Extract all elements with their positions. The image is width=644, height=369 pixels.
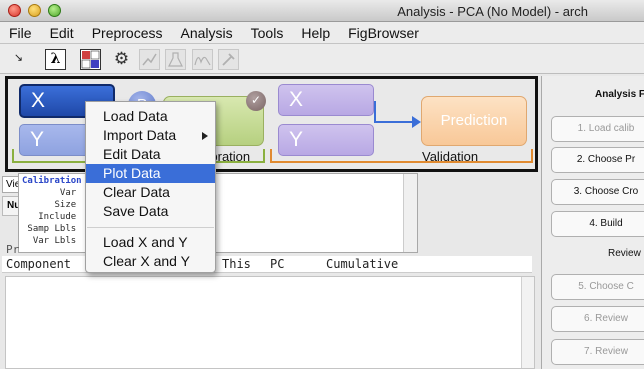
spectrum-icon[interactable] <box>192 49 213 70</box>
check-icon: ✓ <box>246 91 266 111</box>
info-line-title: Calibration <box>22 176 82 186</box>
scatter-plot-graphic <box>142 53 157 66</box>
info-line-var-lbls: Var Lbls <box>22 236 77 246</box>
col-pc: PC <box>270 257 285 271</box>
matrix-icon[interactable] <box>80 49 101 70</box>
step-load-calibration-button[interactable]: 1. Load calib <box>551 116 644 142</box>
tool-icon[interactable] <box>218 49 239 70</box>
matrix-icon-graphic <box>81 50 100 69</box>
flow-arrow-line <box>374 121 416 123</box>
info-line-size: Size <box>22 200 77 210</box>
validation-bracket <box>270 149 533 163</box>
flow-arrow-connector <box>374 101 376 123</box>
submenu-arrow-icon <box>202 132 208 140</box>
menu-preprocess[interactable]: Preprocess <box>83 22 172 44</box>
flask-graphic <box>168 52 183 67</box>
menu-item-edit-data[interactable]: Edit Data <box>86 145 215 164</box>
percent-variance-label: Pr <box>6 243 20 256</box>
step-review-7-button[interactable]: 7. Review <box>551 339 644 365</box>
analysis-flowchart-panel: Analysis F 1. Load calib 2. Choose Pr 3.… <box>541 76 644 369</box>
prediction-block[interactable]: Prediction <box>421 96 527 146</box>
flowchart-title: Analysis F <box>595 89 644 100</box>
menu-help[interactable]: Help <box>292 22 339 44</box>
menu-item-load-data[interactable]: Load Data <box>86 107 215 126</box>
context-menu: Load Data Import Data Edit Data Plot Dat… <box>85 101 216 273</box>
scatter-plot-icon[interactable] <box>139 49 160 70</box>
menu-separator <box>87 227 214 228</box>
gears-icon[interactable]: ⚙ <box>111 49 132 70</box>
menu-file[interactable]: File <box>0 22 41 44</box>
menu-item-load-x-and-y[interactable]: Load X and Y <box>86 233 215 252</box>
zoom-window-button[interactable] <box>48 4 61 17</box>
title-bar: Analysis - PCA (No Model) - arch <box>0 0 644 22</box>
close-window-button[interactable] <box>8 4 21 17</box>
toolbar: ↘ λ ⚙ <box>0 44 644 74</box>
variance-table[interactable] <box>5 276 535 369</box>
tool-graphic <box>222 53 235 66</box>
minimize-window-button[interactable] <box>28 4 41 17</box>
validation-label: Validation <box>422 149 479 164</box>
col-cumulative: Cumulative <box>326 257 399 271</box>
flow-arrow-head-icon <box>412 116 421 128</box>
col-this: This <box>222 257 251 271</box>
validation-x-block[interactable]: X <box>278 84 374 116</box>
menu-item-clear-data[interactable]: Clear Data <box>86 183 215 202</box>
step-choose-preprocessing-button[interactable]: 2. Choose Pr <box>551 147 644 173</box>
arrow-icon[interactable]: ↘ <box>8 49 29 70</box>
lambda-icon[interactable]: λ <box>45 49 66 70</box>
menu-analysis[interactable]: Analysis <box>172 22 242 44</box>
data-info-panel: Calibration Var Size Include Samp Lbls V… <box>18 173 418 253</box>
flask-icon[interactable] <box>165 49 186 70</box>
menu-bar: File Edit Preprocess Analysis Tools Help… <box>0 22 644 44</box>
step-build-button[interactable]: 4. Build <box>551 211 644 237</box>
step-choose-components-button[interactable]: 5. Choose C <box>551 274 644 300</box>
menu-item-import-data-label: Import Data <box>103 127 177 143</box>
menu-item-import-data[interactable]: Import Data <box>86 126 215 145</box>
menu-item-save-data[interactable]: Save Data <box>86 202 215 221</box>
menu-figbrowser[interactable]: FigBrowser <box>339 22 428 44</box>
menu-tools[interactable]: Tools <box>242 22 293 44</box>
info-line-var: Var <box>22 188 77 198</box>
step-review-link[interactable]: Review <box>608 248 641 259</box>
spectrum-graphic <box>194 56 211 66</box>
variance-table-header: Component This PC Cumulative <box>2 256 532 273</box>
step-review-6-button[interactable]: 6. Review <box>551 306 644 332</box>
menu-item-clear-x-and-y[interactable]: Clear X and Y <box>86 252 215 271</box>
menu-edit[interactable]: Edit <box>41 22 83 44</box>
step-choose-crossval-button[interactable]: 3. Choose Cro <box>551 179 644 205</box>
info-line-include: Include <box>22 212 77 222</box>
table-scrollbar[interactable] <box>521 277 534 368</box>
info-scrollbar[interactable] <box>403 174 417 252</box>
app-window: Analysis - PCA (No Model) - arch File Ed… <box>0 0 644 369</box>
col-component: Component <box>6 257 72 271</box>
info-line-samp-lbls: Samp Lbls <box>22 224 77 234</box>
menu-item-plot-data[interactable]: Plot Data <box>86 164 215 183</box>
window-title: Analysis - PCA (No Model) - arch <box>397 4 588 19</box>
